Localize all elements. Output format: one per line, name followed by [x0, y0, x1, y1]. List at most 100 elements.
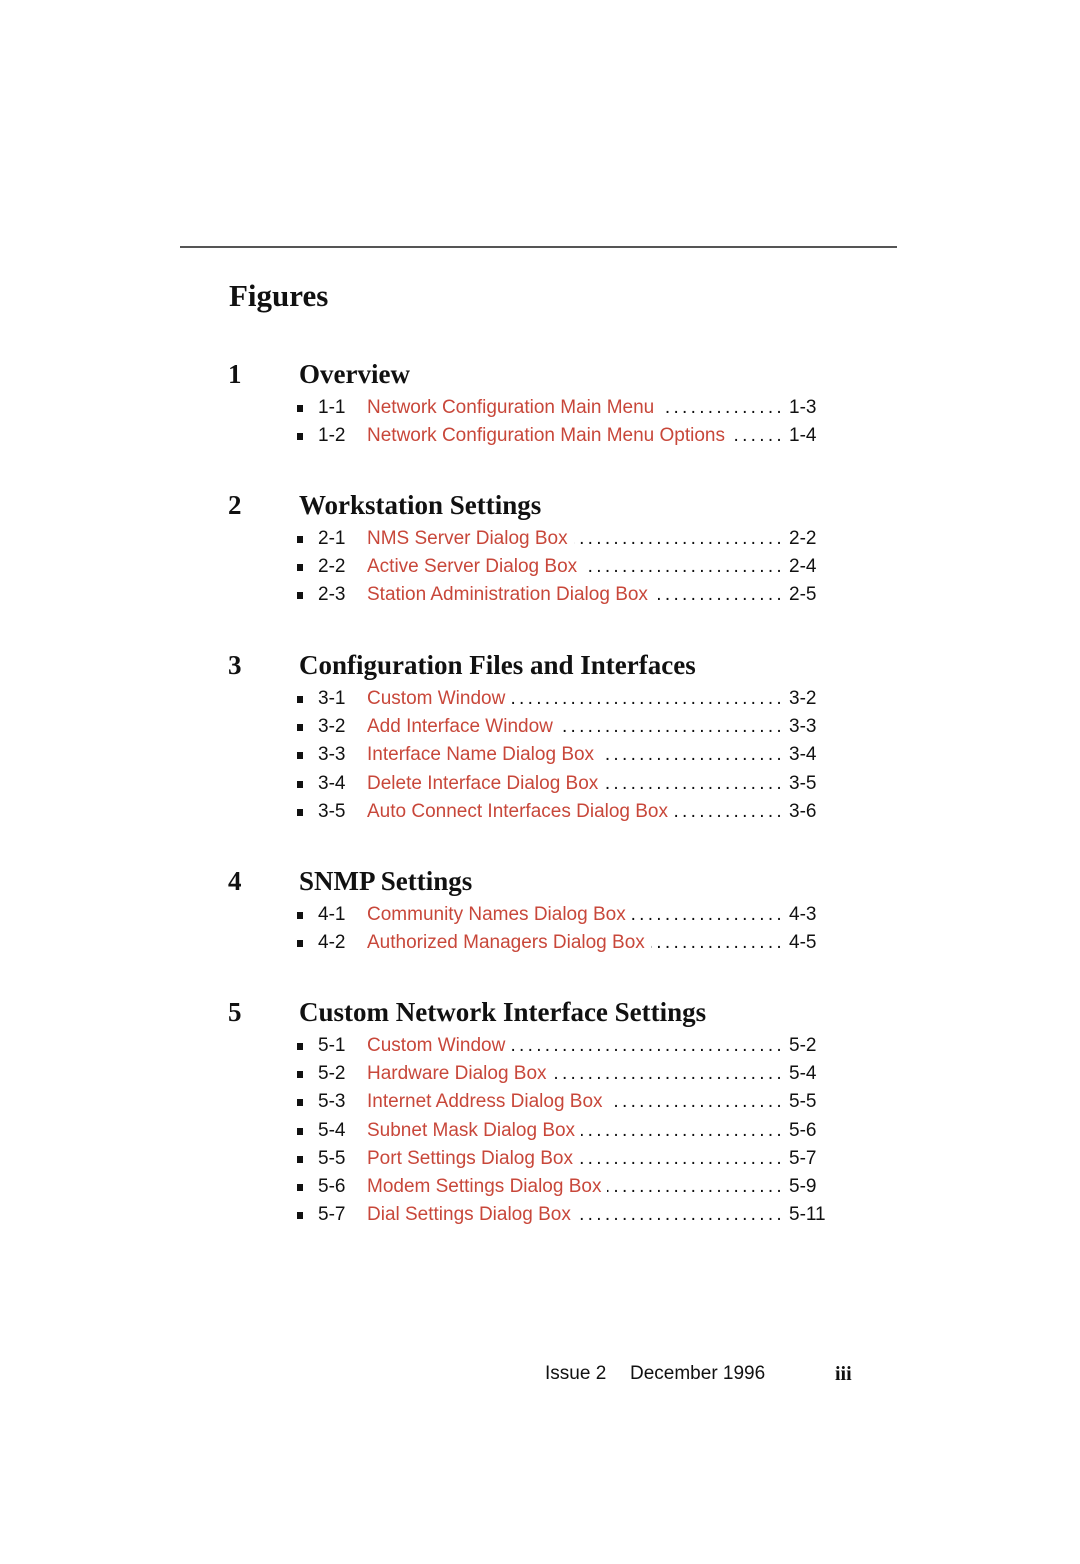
section-title: Configuration Files and Interfaces	[299, 650, 696, 680]
figure-number: 5-7	[318, 1204, 346, 1226]
figure-number: 5-5	[318, 1147, 346, 1169]
figure-number: 3-1	[318, 688, 346, 709]
figure-page-number: 3-3	[789, 716, 817, 738]
figure-entry[interactable]: 3-1.....................................…	[0, 685, 1080, 713]
section-heading: 4 SNMP Settings	[0, 861, 1080, 901]
section-title: Custom Network Interface Settings	[299, 997, 707, 1027]
figure-page-number: 5-9	[789, 1175, 817, 1197]
bullet-icon	[297, 405, 303, 412]
figure-entry[interactable]: 5-6.....................................…	[0, 1172, 1080, 1201]
bullet-icon	[297, 780, 303, 788]
bullet-icon	[297, 752, 303, 760]
figure-entry[interactable]: 5-1.....................................…	[0, 1032, 1080, 1060]
figure-title-link[interactable]: Interface Name Dialog Box	[367, 741, 601, 770]
figure-entry[interactable]: 2-2.....................................…	[0, 553, 1080, 582]
section-title: Workstation Settings	[299, 490, 542, 520]
section-heading: 5 Custom Network Interface Settings	[0, 992, 1080, 1032]
section-heading: 1 Overview	[0, 354, 1080, 394]
figure-number: 5-4	[318, 1119, 346, 1141]
figure-title-link[interactable]: Network Configuration Main Menu Options	[367, 422, 732, 451]
bullet-icon	[297, 696, 303, 703]
figure-title-link[interactable]: Network Configuration Main Menu	[367, 394, 661, 422]
figure-title-link[interactable]: Custom Window	[367, 685, 512, 713]
figure-page-number: 4-5	[789, 932, 817, 954]
figure-number: 5-2	[318, 1063, 346, 1085]
bullet-icon	[297, 1155, 303, 1163]
figure-entry[interactable]: 1-2.....................................…	[0, 422, 1080, 451]
page-footer: Issue 2 December 1996 iii	[0, 1360, 1080, 1388]
bullet-icon	[297, 1183, 303, 1191]
figure-title-link[interactable]: Station Administration Dialog Box	[367, 581, 654, 610]
bullet-icon	[297, 1212, 303, 1220]
figure-title-link[interactable]: Dial Settings Dialog Box	[367, 1201, 577, 1230]
bullet-icon	[297, 433, 303, 441]
figure-page-number: 1-4	[789, 425, 817, 447]
figure-entry[interactable]: 5-5.....................................…	[0, 1144, 1080, 1173]
bullet-icon	[297, 1043, 303, 1050]
figure-page-number: 2-5	[789, 584, 817, 606]
figure-title-link[interactable]: Community Names Dialog Box	[367, 901, 632, 929]
figure-title-link[interactable]: Active Server Dialog Box	[367, 553, 584, 582]
figure-title-link[interactable]: Auto Connect Interfaces Dialog Box	[367, 797, 675, 826]
bullet-icon	[297, 564, 303, 572]
figure-title-link[interactable]: Modem Settings Dialog Box	[367, 1172, 608, 1201]
figure-entry[interactable]: 5-3.....................................…	[0, 1088, 1080, 1117]
figure-entry[interactable]: 1-1.....................................…	[0, 394, 1080, 422]
figure-entry[interactable]: 5-4.....................................…	[0, 1116, 1080, 1145]
figure-entry[interactable]: 4-1.....................................…	[0, 901, 1080, 929]
section-number: 5	[228, 997, 242, 1027]
figure-entry[interactable]: 2-3.....................................…	[0, 581, 1080, 610]
figure-page-number: 3-6	[789, 800, 817, 822]
figure-entry[interactable]: 2-1.....................................…	[0, 525, 1080, 553]
footer-page-number: iii	[835, 1363, 852, 1385]
figure-entry[interactable]: 4-2.....................................…	[0, 929, 1080, 958]
figure-title-link[interactable]: Custom Window	[367, 1032, 512, 1060]
bullet-icon	[297, 940, 303, 948]
figure-title-link[interactable]: NMS Server Dialog Box	[367, 525, 574, 553]
bullet-icon	[297, 1127, 303, 1135]
section-number: 2	[228, 490, 242, 520]
bullet-icon	[297, 724, 303, 732]
figure-entry[interactable]: 3-3.....................................…	[0, 741, 1080, 770]
figure-title-link[interactable]: Delete Interface Dialog Box	[367, 769, 605, 798]
page-title: Figures	[229, 278, 329, 313]
figure-title-link[interactable]: Authorized Managers Dialog Box	[367, 929, 651, 958]
figure-entry[interactable]: 3-4.....................................…	[0, 769, 1080, 798]
bullet-icon	[297, 536, 303, 543]
bullet-icon	[297, 912, 303, 919]
figure-title-link[interactable]: Subnet Mask Dialog Box	[367, 1116, 582, 1145]
figure-page-number: 5-2	[789, 1035, 817, 1056]
figure-title-link[interactable]: Hardware Dialog Box	[367, 1060, 553, 1089]
figure-number: 3-5	[318, 800, 346, 822]
section-number: 3	[228, 650, 242, 680]
figure-title-link[interactable]: Add Interface Window	[367, 713, 559, 742]
figure-number: 4-2	[318, 932, 346, 954]
header-rule	[180, 246, 897, 248]
figure-number: 2-1	[318, 528, 346, 549]
toc-section: 4 SNMP Settings 4-1.......................…	[0, 861, 1080, 958]
section-number: 1	[228, 359, 242, 389]
figure-title-link[interactable]: Internet Address Dialog Box	[367, 1088, 609, 1117]
figure-entry[interactable]: 5-2.....................................…	[0, 1060, 1080, 1089]
figure-number: 5-6	[318, 1175, 346, 1197]
section-title: Overview	[299, 359, 410, 389]
figure-number: 3-4	[318, 772, 346, 794]
figure-number: 1-2	[318, 425, 346, 447]
section-heading: 2 Workstation Settings	[0, 485, 1080, 525]
figure-page-number: 4-3	[789, 904, 817, 925]
figure-page-number: 5-7	[789, 1147, 817, 1169]
footer-date: December 1996	[630, 1363, 766, 1384]
bullet-icon	[297, 808, 303, 816]
figure-number: 2-2	[318, 556, 346, 578]
figure-page-number: 5-4	[789, 1063, 817, 1085]
figure-entry[interactable]: 3-5.....................................…	[0, 797, 1080, 826]
figure-entry[interactable]: 5-7.....................................…	[0, 1201, 1080, 1230]
figure-entry[interactable]: 3-2.....................................…	[0, 713, 1080, 742]
bullet-icon	[297, 592, 303, 600]
figure-page-number: 5-5	[789, 1091, 817, 1113]
figure-page-number: 3-5	[789, 772, 817, 794]
figure-number: 3-2	[318, 716, 346, 738]
figure-number: 1-1	[318, 397, 346, 418]
figure-title-link[interactable]: Port Settings Dialog Box	[367, 1144, 579, 1173]
section-number: 4	[228, 866, 242, 896]
